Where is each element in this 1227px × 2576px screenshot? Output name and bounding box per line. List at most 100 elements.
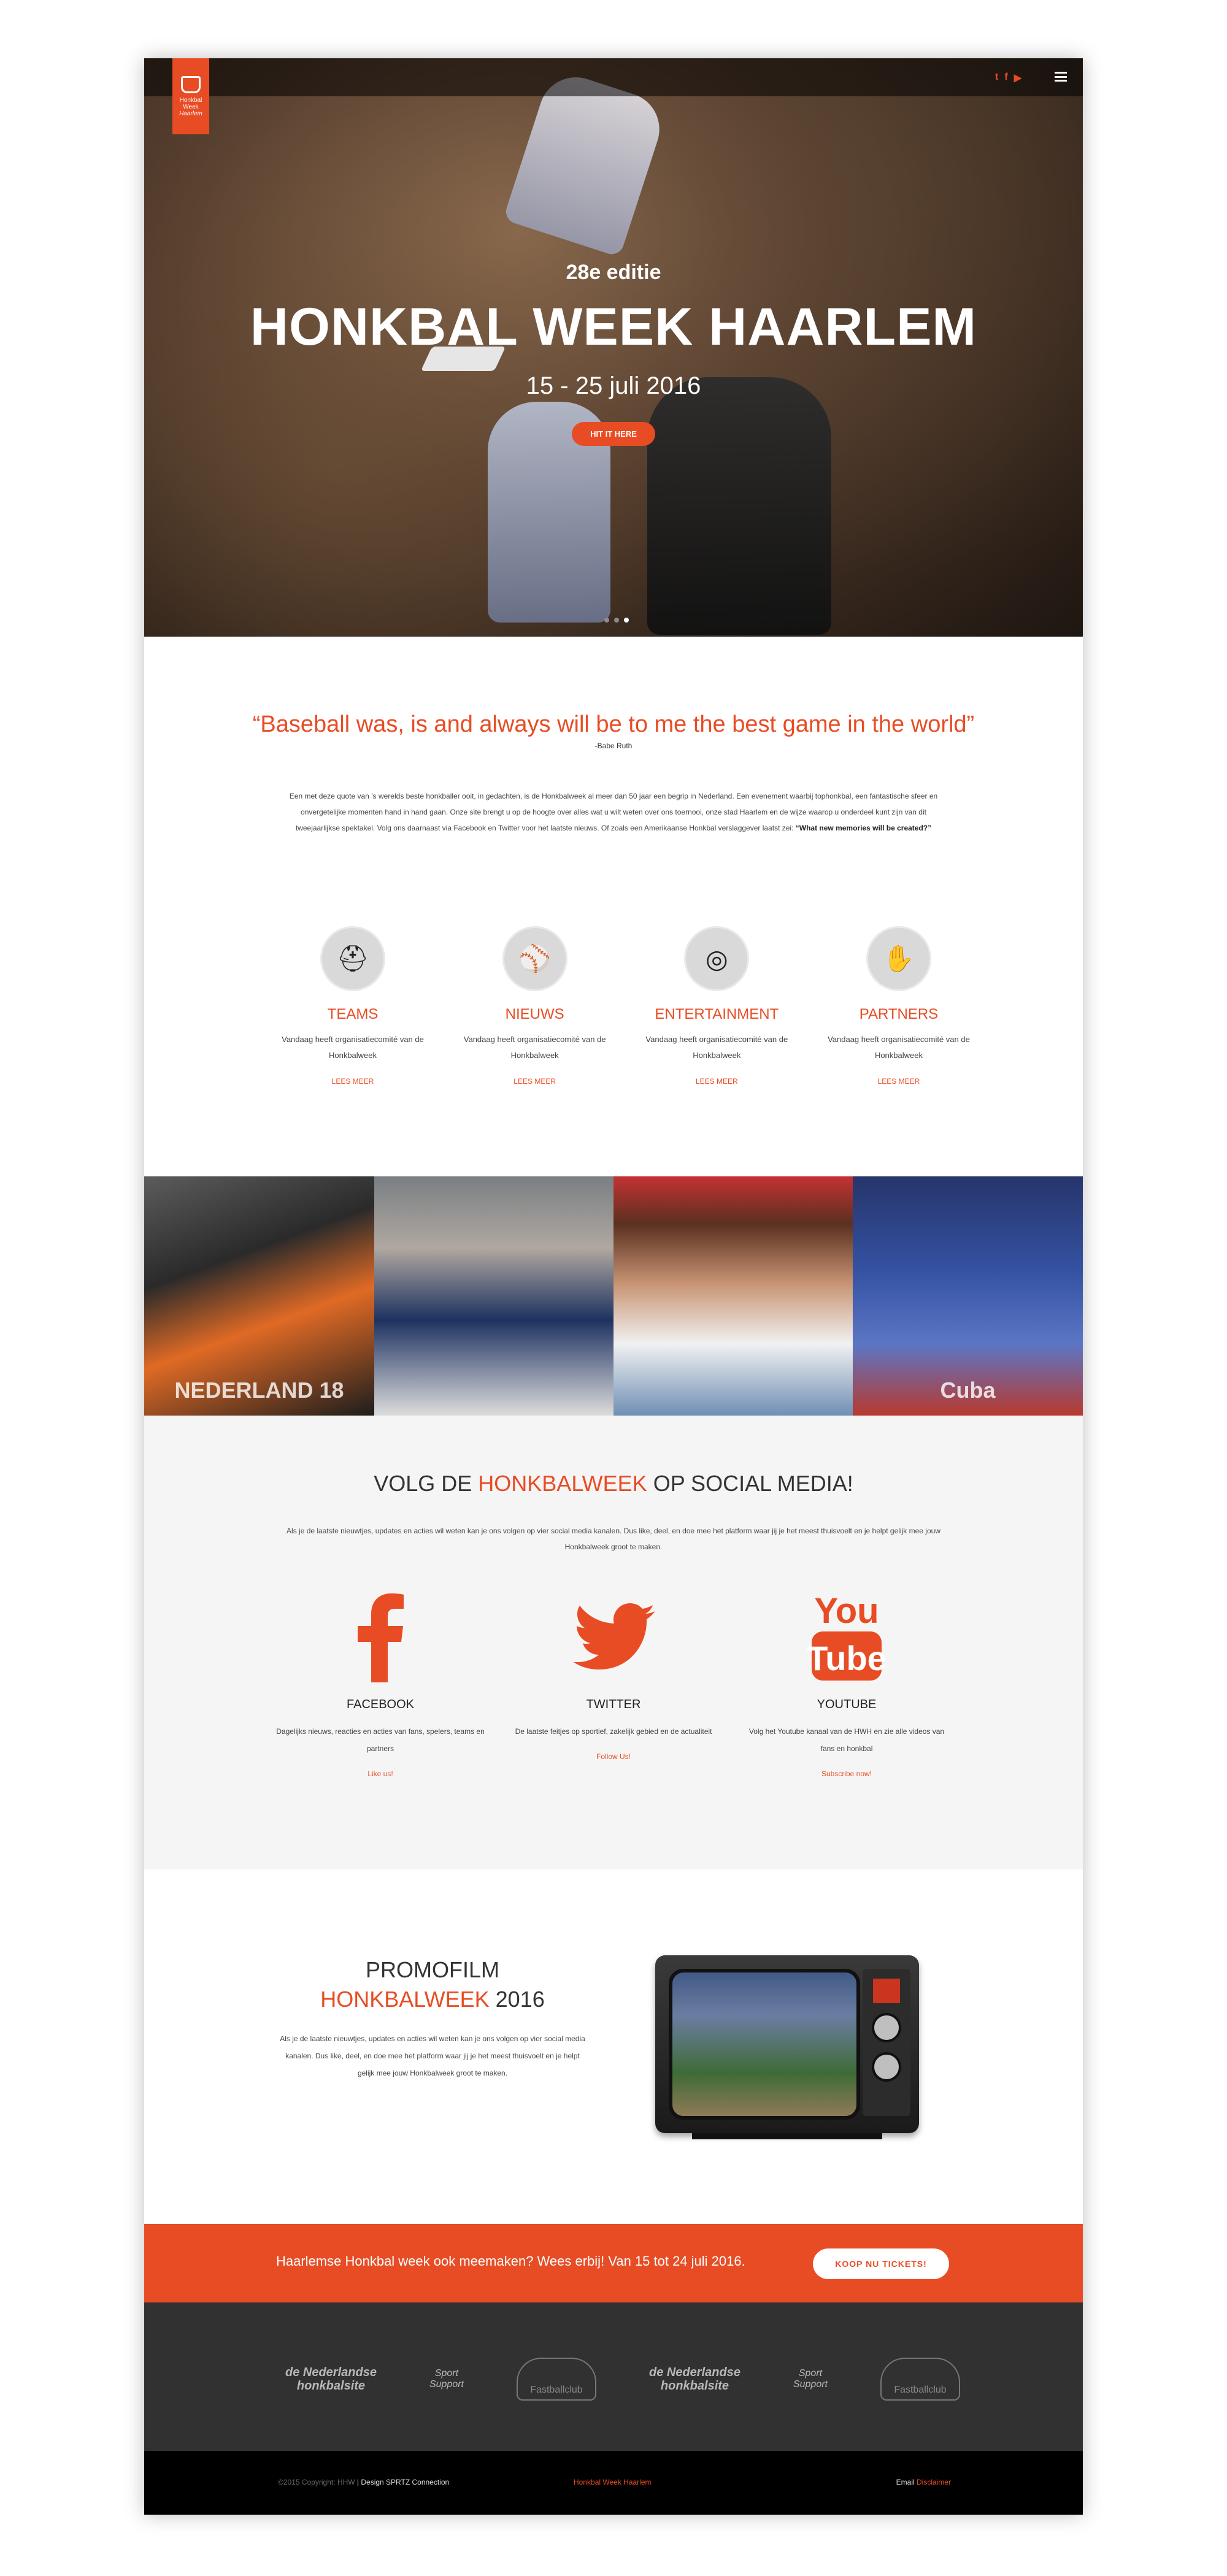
intro-paragraph: Een met deze quote van ’s werelds beste … bbox=[285, 788, 942, 836]
photo-youth-players[interactable] bbox=[374, 1176, 614, 1416]
logo-mark-icon bbox=[181, 75, 201, 93]
cta-text: Haarlemse Honkbal week ook meemaken? Wee… bbox=[276, 2253, 745, 2269]
hero-edition: 28e editie bbox=[566, 261, 661, 284]
photo-overlay: Cuba bbox=[940, 1378, 996, 1403]
lees-meer-link[interactable]: LEES MEER bbox=[461, 1077, 609, 1086]
promo-section: PROMOFILM HONKBALWEEK 2016 Als je de laat… bbox=[144, 1869, 1083, 2224]
logo-line-3: Haarlem bbox=[179, 110, 202, 117]
disclaimer-link[interactable]: Disclaimer bbox=[917, 2478, 951, 2486]
promo-text: PROMOFILM HONKBALWEEK 2016 Als je de laat… bbox=[279, 1955, 586, 2089]
footer-links: Email Disclaimer bbox=[896, 2478, 951, 2486]
email-link[interactable]: Email bbox=[896, 2478, 917, 2486]
sponsor-nederlandse-honkbalsite[interactable]: de Nederlandse honkbalsite bbox=[285, 2366, 377, 2393]
hit-it-here-button[interactable]: HIT IT HERE bbox=[572, 422, 655, 446]
slider-dot-2[interactable] bbox=[614, 618, 619, 623]
facebook-icon[interactable]: f bbox=[1004, 72, 1007, 84]
hero-dates: 15 - 25 juli 2016 bbox=[526, 372, 701, 399]
feature-entertainment: ◎ ENTERTAINMENT Vandaag heeft organisati… bbox=[643, 926, 790, 1086]
sponsor-row: de Nederlandse honkbalsite Sport Support F… bbox=[285, 2358, 960, 2401]
twitter-icon[interactable] bbox=[509, 1587, 718, 1685]
social-name: YOUTUBE bbox=[817, 1698, 877, 1711]
follow-us-link[interactable]: Follow Us! bbox=[509, 1752, 718, 1761]
lees-meer-link[interactable]: LEES MEER bbox=[643, 1077, 790, 1086]
slider-dot-1[interactable] bbox=[604, 618, 609, 623]
lees-meer-link[interactable]: LEES MEER bbox=[279, 1077, 426, 1086]
youtube-icon[interactable]: ▶ bbox=[1014, 72, 1021, 84]
photo-hostesses[interactable] bbox=[614, 1176, 853, 1416]
photo-batter[interactable]: NEDERLAND 18 bbox=[144, 1176, 374, 1416]
social-name: TWITTER bbox=[586, 1698, 641, 1711]
promo-paragraph: Als je de laatste nieuwtjes, updates en … bbox=[280, 2034, 585, 2077]
facebook-icon[interactable] bbox=[276, 1587, 485, 1685]
sponsor-fastballclub[interactable]: Fastballclub bbox=[517, 2358, 596, 2401]
feature-title[interactable]: TEAMS bbox=[279, 1006, 426, 1023]
tv-brand-label bbox=[873, 1979, 900, 2003]
social-text: De laatste feitjes op sportief, zakelijk… bbox=[515, 1727, 712, 1736]
social-columns: FACEBOOK Dagelijks nieuws, reacties en a… bbox=[276, 1587, 951, 1778]
quote-text: “Baseball was, is and always will be to … bbox=[252, 711, 975, 737]
slider-dots bbox=[604, 618, 629, 623]
hero-section: Honkbal Week Haarlem t f ▶ 28e editie HO… bbox=[144, 58, 1083, 637]
footer-site-link[interactable]: Honkbal Week Haarlem bbox=[574, 2478, 652, 2486]
video-screen[interactable] bbox=[669, 1969, 860, 2120]
social-col-youtube: You Tube YOUTUBE Volg het Youtube kanaal… bbox=[742, 1587, 951, 1778]
sponsor-sport-support[interactable]: Sport Support bbox=[793, 2368, 828, 2390]
feature-text: Vandaag heeft organisatiecomité van de H… bbox=[463, 1035, 606, 1060]
photo-overlay: NEDERLAND 18 bbox=[174, 1378, 344, 1403]
intro-bold: “What new memories will be created?” bbox=[795, 824, 932, 832]
tv-stand bbox=[692, 2133, 882, 2139]
feature-title[interactable]: ENTERTAINMENT bbox=[643, 1006, 790, 1023]
social-text: Dagelijks nieuws, reacties en acties van… bbox=[276, 1727, 485, 1753]
feature-title[interactable]: PARTNERS bbox=[825, 1006, 972, 1023]
tv-panel bbox=[863, 1969, 910, 2116]
quote-author: -Babe Ruth bbox=[594, 742, 633, 750]
page: Honkbal Week Haarlem t f ▶ 28e editie HO… bbox=[144, 58, 1083, 2515]
svg-text:Tube: Tube bbox=[807, 1639, 887, 1677]
sponsors-section: de Nederlandse honkbalsite Sport Support F… bbox=[144, 2302, 1083, 2451]
twitter-icon[interactable]: t bbox=[995, 72, 998, 84]
sponsor-nederlandse-honkbalsite[interactable]: de Nederlandse honkbalsite bbox=[649, 2366, 740, 2393]
social-col-facebook: FACEBOOK Dagelijks nieuws, reacties en a… bbox=[276, 1587, 485, 1778]
social-title: VOLG DE HONKBALWEEK OP SOCIAL MEDIA! bbox=[374, 1471, 853, 1496]
social-col-twitter: TWITTER De laatste feitjes op sportief, … bbox=[509, 1587, 718, 1778]
tv-knob bbox=[872, 2013, 901, 2042]
logo-line-1: Honkbal bbox=[179, 96, 202, 104]
footer-copyright: ©2015 Copyright: HHW | Design SPRTZ Conn… bbox=[278, 2478, 450, 2486]
top-social-links: t f ▶ bbox=[995, 72, 1021, 84]
glove-icon: ✋ bbox=[866, 926, 931, 991]
tv-knob bbox=[872, 2052, 901, 2082]
social-lead: Als je de laatste nieuwtjes, updates en … bbox=[287, 1527, 940, 1551]
quote-block: “Baseball was, is and always will be to … bbox=[144, 711, 1083, 750]
feature-text: Vandaag heeft organisatiecomité van de H… bbox=[282, 1035, 424, 1060]
social-name: FACEBOOK bbox=[346, 1698, 415, 1711]
subscribe-link[interactable]: Subscribe now! bbox=[742, 1769, 951, 1778]
social-section: VOLG DE HONKBALWEEK OP SOCIAL MEDIA! Als… bbox=[144, 1416, 1083, 1869]
promo-video-tv[interactable] bbox=[655, 1955, 919, 2139]
buy-tickets-button[interactable]: KOOP NU TICKETS! bbox=[813, 2248, 949, 2279]
bat-icon: ⚾ bbox=[502, 926, 567, 991]
baseball-icon: ◎ bbox=[684, 926, 750, 991]
sponsor-sport-support[interactable]: Sport Support bbox=[429, 2368, 464, 2390]
like-us-link[interactable]: Like us! bbox=[276, 1769, 485, 1778]
design-credit-link[interactable]: | Design SPRTZ Connection bbox=[355, 2478, 449, 2486]
feature-title[interactable]: NIEUWS bbox=[461, 1006, 609, 1023]
feature-text: Vandaag heeft organisatiecomité van de H… bbox=[828, 1035, 970, 1060]
feature-teams: ⛑ TEAMS Vandaag heeft organisatiecomité … bbox=[279, 926, 426, 1086]
youtube-icon[interactable]: You Tube bbox=[742, 1587, 951, 1685]
feature-nieuws: ⚾ NIEUWS Vandaag heeft organisatiecomité… bbox=[461, 926, 609, 1086]
feature-partners: ✋ PARTNERS Vandaag heeft organisatiecomi… bbox=[825, 926, 972, 1086]
lees-meer-link[interactable]: LEES MEER bbox=[825, 1077, 972, 1086]
logo-line-2: Week bbox=[183, 103, 199, 110]
cap-icon: ⛑ bbox=[320, 926, 385, 991]
features-row: ⛑ TEAMS Vandaag heeft organisatiecomité … bbox=[279, 926, 972, 1086]
top-bar bbox=[144, 58, 1083, 96]
hamburger-menu-icon[interactable] bbox=[1055, 72, 1067, 82]
sponsor-fastballclub[interactable]: Fastballclub bbox=[880, 2358, 960, 2401]
hero-text: 28e editie HONKBAL WEEK HAARLEM 15 - 25 … bbox=[144, 261, 1083, 446]
cta-banner: Haarlemse Honkbal week ook meemaken? Wee… bbox=[144, 2224, 1083, 2302]
slider-dot-3[interactable] bbox=[624, 618, 629, 623]
feature-text: Vandaag heeft organisatiecomité van de H… bbox=[645, 1035, 788, 1060]
photo-pitcher[interactable]: Cuba bbox=[853, 1176, 1083, 1416]
hero-title: HONKBAL WEEK HAARLEM bbox=[250, 297, 977, 356]
site-logo[interactable]: Honkbal Week Haarlem bbox=[172, 58, 209, 134]
